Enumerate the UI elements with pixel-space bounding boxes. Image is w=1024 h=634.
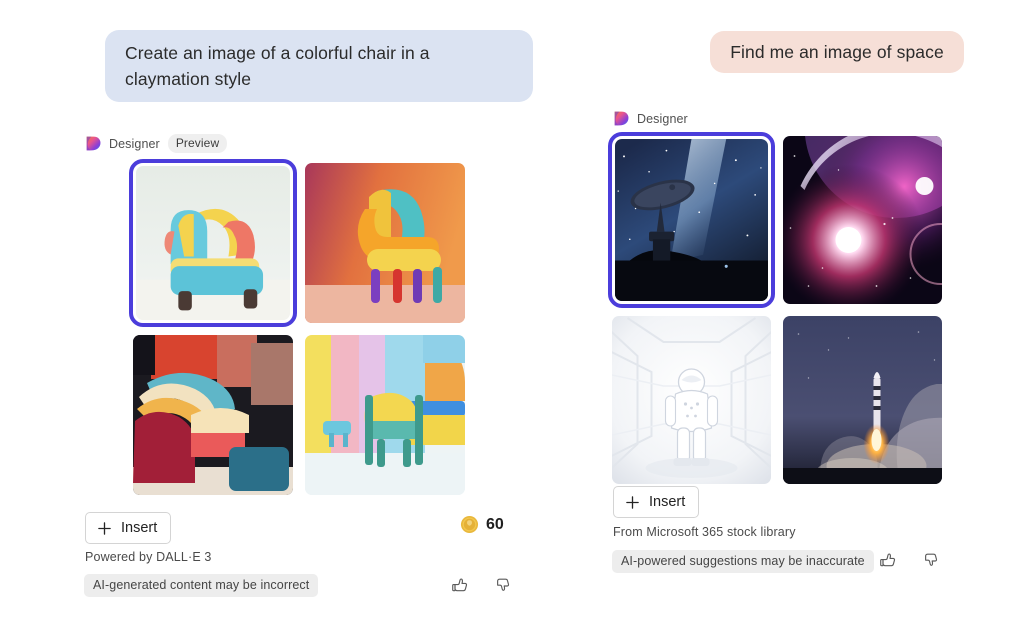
- image-result-2[interactable]: [612, 316, 771, 484]
- thumbs-up-icon[interactable]: [878, 550, 898, 570]
- powered-by-left: Powered by DALL·E 3: [85, 550, 212, 564]
- thumbs-down-icon[interactable]: [492, 575, 512, 595]
- designer-logo-icon: [84, 135, 101, 152]
- feedback-controls-left: [450, 575, 512, 595]
- credits-value: 60: [486, 515, 504, 533]
- prompt-bubble-right: Find me an image of space: [710, 31, 964, 73]
- preview-badge: Preview: [167, 134, 228, 153]
- feedback-controls-right: [878, 550, 940, 570]
- prompt-bubble-left: Create an image of a colorful chair in a…: [105, 30, 533, 102]
- insert-button-left[interactable]: Insert: [85, 512, 172, 544]
- disclaimer-left-wrap: AI-generated content may be incorrect: [84, 574, 319, 597]
- image-result-0[interactable]: [129, 159, 297, 327]
- insert-button-left-wrap: Insert: [85, 512, 172, 544]
- insert-button-left-label: Insert: [121, 520, 158, 536]
- thumbnail-image: [305, 335, 465, 495]
- thumbs-up-icon[interactable]: [450, 575, 470, 595]
- prompt-right-text: Find me an image of space: [730, 42, 944, 62]
- designer-logo-icon: [612, 110, 629, 127]
- thumbnail-image: [615, 139, 768, 301]
- disclaimer-left: AI-generated content may be incorrect: [84, 574, 319, 597]
- thumbnail-image: [783, 316, 942, 484]
- thumbnail-image: [783, 136, 942, 304]
- credits-indicator: 60: [460, 515, 504, 534]
- plus-icon: [626, 495, 639, 509]
- designer-label-right: Designer: [637, 111, 688, 126]
- thumbnail-image: [305, 163, 465, 323]
- thumbnail-image: [133, 335, 293, 495]
- designer-label-left: Designer: [109, 136, 160, 151]
- disclaimer-right: AI-powered suggestions may be inaccurate: [612, 550, 874, 573]
- stock-source-right: From Microsoft 365 stock library: [613, 525, 796, 539]
- image-result-3[interactable]: [783, 316, 942, 484]
- disclaimer-right-wrap: AI-powered suggestions may be inaccurate: [612, 550, 874, 573]
- image-results-grid-right: [608, 132, 942, 484]
- thumbs-down-icon[interactable]: [920, 550, 940, 570]
- thumbnail-image: [136, 166, 290, 320]
- image-result-1[interactable]: [783, 136, 942, 304]
- image-result-1[interactable]: [305, 163, 465, 323]
- thumbnail-image: [612, 316, 771, 484]
- prompt-left-line2: claymation style: [125, 69, 252, 89]
- insert-button-right-label: Insert: [649, 494, 686, 510]
- image-results-grid-left: [129, 159, 465, 495]
- plus-icon: [98, 521, 111, 535]
- coin-icon: [460, 515, 479, 534]
- designer-attribution-right: Designer: [612, 110, 688, 127]
- insert-button-right-wrap: Insert: [613, 486, 700, 518]
- prompt-left-line1: Create an image of a colorful chair in a: [125, 43, 430, 63]
- designer-attribution-left: Designer Preview: [84, 134, 228, 153]
- image-result-0[interactable]: [608, 132, 775, 308]
- insert-button-right[interactable]: Insert: [613, 486, 700, 518]
- image-result-3[interactable]: [305, 335, 465, 495]
- image-result-2[interactable]: [133, 335, 293, 495]
